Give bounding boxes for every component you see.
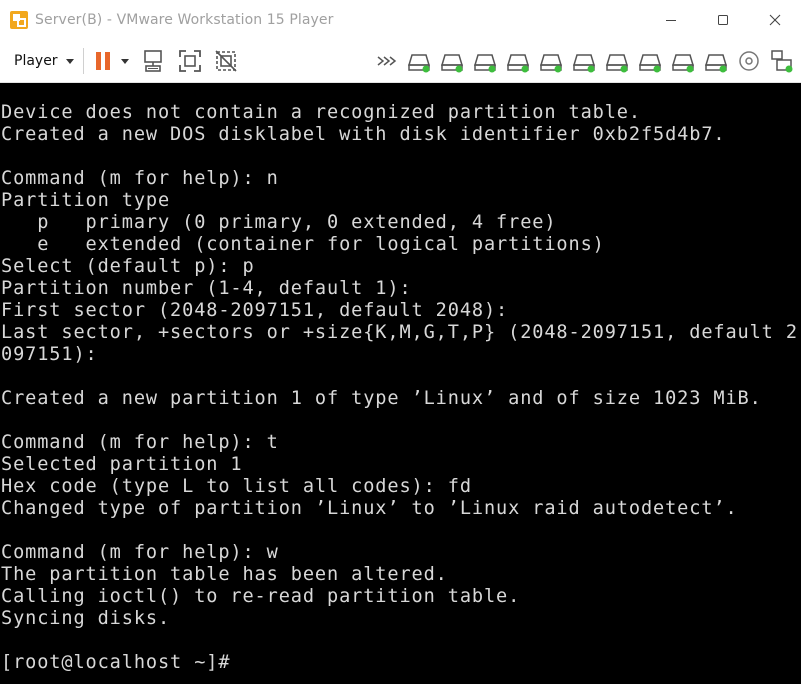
terminal-line: Hex code (type L to list all codes): fd	[1, 476, 472, 497]
window-title: Server(B) - VMware Workstation 15 Player	[35, 12, 334, 28]
terminal-line: Partition number (1-4, default 1):	[1, 278, 412, 299]
hard-disk-icon[interactable]	[703, 48, 729, 74]
minimize-icon	[666, 20, 676, 21]
toolbar: Player	[0, 40, 801, 83]
send-ctrl-alt-del-button[interactable]	[141, 45, 167, 77]
cd-dvd-icon[interactable]	[736, 48, 762, 74]
window-controls	[645, 0, 801, 40]
terminal-prompt[interactable]: [root@localhost ~]#	[1, 652, 798, 674]
terminal-line: Created a new DOS disklabel with disk id…	[1, 124, 726, 145]
terminal-line: The partition table has been altered.	[1, 564, 448, 585]
full-screen-button[interactable]	[177, 45, 203, 77]
pause-icon	[95, 52, 110, 70]
hard-disk-icon[interactable]	[571, 48, 597, 74]
terminal-line: Partition type	[1, 190, 171, 211]
terminal-line: Select (default p): p	[1, 256, 255, 277]
hard-disk-icon[interactable]	[637, 48, 663, 74]
unity-button[interactable]	[213, 45, 239, 77]
terminal-output: Device does not contain a recognized par…	[1, 102, 798, 674]
terminal-line: Calling ioctl() to re-read partition tab…	[1, 586, 521, 607]
terminal-line: 097151):	[1, 344, 98, 365]
player-menu-label: Player	[14, 53, 58, 69]
hard-disk-icon[interactable]	[604, 48, 630, 74]
hard-disk-icon[interactable]	[538, 48, 564, 74]
more-devices-icon[interactable]	[373, 48, 399, 74]
hard-disk-icon[interactable]	[670, 48, 696, 74]
terminal-line: Changed type of partition ’Linux’ to ’Li…	[1, 498, 738, 519]
toolbar-divider	[82, 48, 84, 74]
terminal-line: First sector (2048-2097151, default 2048…	[1, 300, 509, 321]
title-bar[interactable]: Server(B) - VMware Workstation 15 Player	[0, 0, 801, 40]
close-icon	[769, 14, 781, 26]
terminal-line: Created a new partition 1 of type ’Linux…	[1, 388, 762, 409]
vmware-player-window: Server(B) - VMware Workstation 15 Player	[0, 0, 801, 684]
terminal-line: p primary (0 primary, 0 extended, 4 free…	[1, 212, 557, 233]
maximize-icon	[718, 15, 728, 25]
pause-button[interactable]	[93, 50, 139, 72]
terminal-line: Command (m for help): n	[1, 168, 279, 189]
terminal-line: Selected partition 1	[1, 454, 243, 475]
vmware-app-icon	[10, 11, 28, 29]
vm-console-screen[interactable]: Device does not contain a recognized par…	[0, 83, 801, 684]
terminal-line: Device does not contain a recognized par…	[1, 102, 641, 123]
player-menu-button[interactable]: Player	[14, 47, 74, 75]
terminal-line: Last sector, +sectors or +size{K,M,G,T,P…	[1, 322, 798, 343]
message-log-icon[interactable]	[769, 48, 795, 74]
terminal-line: Command (m for help): w	[1, 542, 279, 563]
chevron-down-icon	[65, 58, 74, 64]
maximize-button[interactable]	[697, 0, 749, 40]
hard-disk-icon[interactable]	[439, 48, 465, 74]
terminal-line: e extended (container for logical partit…	[1, 234, 605, 255]
pause-options-chevron-icon[interactable]	[120, 58, 129, 64]
hard-disk-icon[interactable]	[505, 48, 531, 74]
minimize-button[interactable]	[645, 0, 697, 40]
hard-disk-icon[interactable]	[406, 48, 432, 74]
close-button[interactable]	[749, 0, 801, 40]
full-screen-icon	[178, 50, 201, 72]
device-toolbar	[366, 40, 795, 82]
send-ctrl-alt-del-icon	[143, 50, 162, 72]
unity-icon	[215, 50, 237, 72]
terminal-line: Command (m for help): t	[1, 432, 279, 453]
hard-disk-icon[interactable]	[472, 48, 498, 74]
terminal-line: Syncing disks.	[1, 608, 171, 629]
